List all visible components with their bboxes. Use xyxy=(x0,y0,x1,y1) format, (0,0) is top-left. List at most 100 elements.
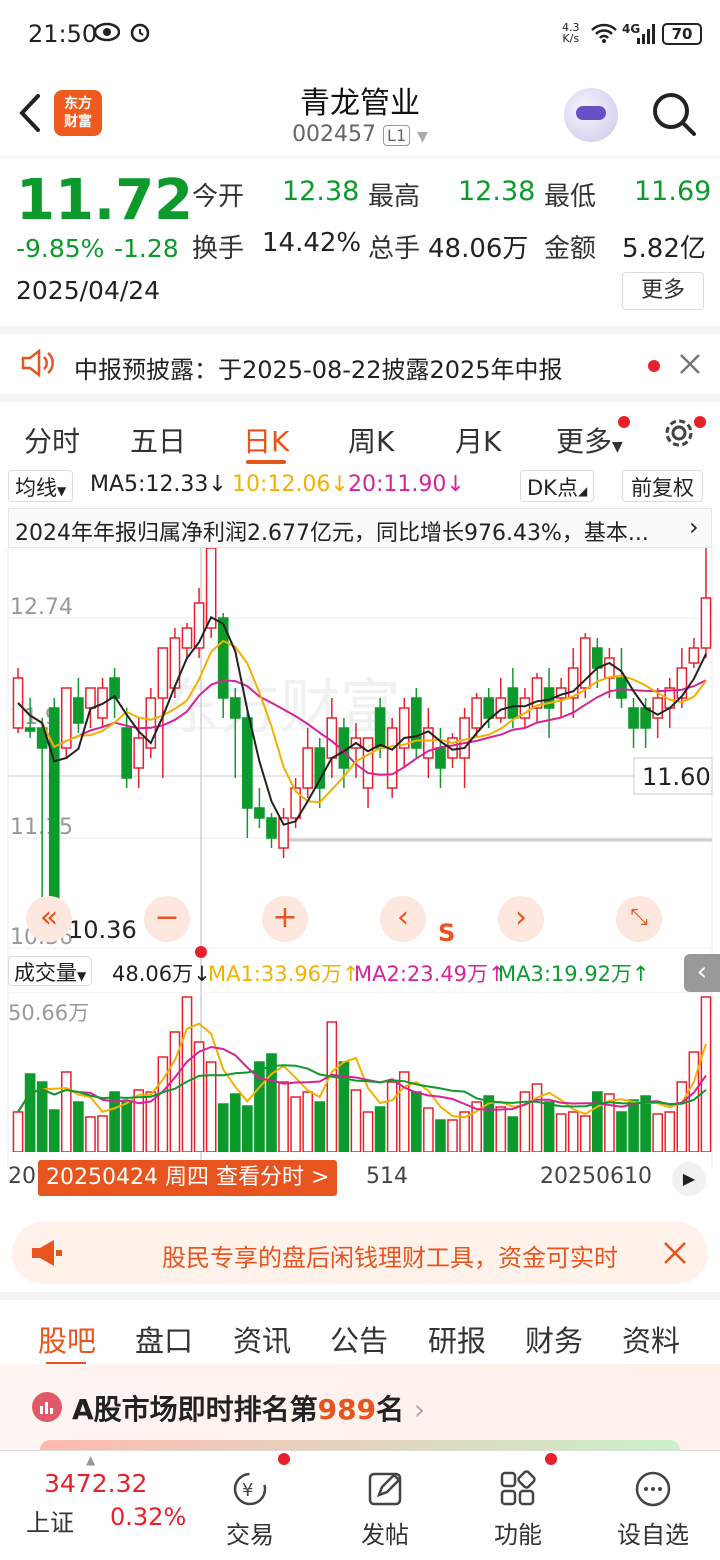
candle-body xyxy=(592,647,603,669)
more-dots-icon xyxy=(635,1471,671,1507)
volume-bar xyxy=(24,1073,36,1152)
volume-bar xyxy=(48,1109,60,1152)
play-icon[interactable]: ▶ xyxy=(672,1162,706,1196)
settings-gear-icon[interactable] xyxy=(662,416,696,454)
ma-selector[interactable]: 均线▼ xyxy=(8,470,74,502)
edit-icon xyxy=(368,1472,402,1506)
candle-body xyxy=(242,717,253,809)
candle-body xyxy=(121,727,132,779)
battery-icon: 70 xyxy=(662,23,702,45)
volume-bar xyxy=(676,1081,688,1152)
candle-body xyxy=(435,747,446,769)
nav-trade[interactable]: ¥ 交易 xyxy=(200,1469,300,1550)
volume-bar xyxy=(386,1081,398,1152)
volume-bar xyxy=(242,1105,253,1152)
candle-body xyxy=(362,737,374,789)
index-widget[interactable]: ▲ 3472.32 上证 0.32% xyxy=(0,1451,190,1560)
open-value: 12.38 xyxy=(282,176,360,207)
tab-five-day[interactable]: 五日 xyxy=(130,420,186,460)
volume-bar xyxy=(326,1021,338,1152)
tab-guba[interactable]: 股吧 xyxy=(38,1318,96,1360)
notice-text: 中报预披露：于2025-08-22披露2025年中报 xyxy=(74,356,563,384)
tab-daily-k[interactable]: 日K xyxy=(243,420,289,460)
robot-avatar-icon[interactable] xyxy=(564,88,618,142)
volume-bar xyxy=(567,1111,579,1152)
low-marker: 10.36 xyxy=(68,916,137,944)
vol-ma2-value: MA2:23.49万↑ xyxy=(354,962,506,986)
tab-monthly-k[interactable]: 月K xyxy=(455,420,501,460)
candle-body xyxy=(386,727,398,789)
prev-button[interactable]: ‹ xyxy=(380,896,426,942)
promo-text: 股民专享的盘后闲钱理财工具，资金可实时 xyxy=(162,1244,618,1272)
tab-news[interactable]: 资讯 xyxy=(233,1318,291,1360)
promo-close-icon[interactable] xyxy=(662,1240,688,1270)
ma10-value: 10:12.06↓ xyxy=(232,472,349,497)
candle-body xyxy=(483,697,495,719)
chart-icon xyxy=(32,1392,62,1422)
volume-bar xyxy=(266,1053,277,1152)
volume-selector[interactable]: 成交量▼ xyxy=(8,956,93,986)
tab-weekly-k[interactable]: 周K xyxy=(348,420,394,460)
rank-text: A股市场即时排名第989名 › xyxy=(72,1393,426,1426)
volume-bar xyxy=(290,1096,301,1152)
y-label-1: 12.74 xyxy=(10,595,73,620)
volume-bar xyxy=(97,1115,108,1152)
scroll-left-button[interactable]: « xyxy=(26,896,72,942)
fullscreen-button[interactable]: ⤡ xyxy=(616,896,662,942)
nav-functions[interactable]: 功能 xyxy=(468,1469,568,1550)
tab-more[interactable]: 更多▼ xyxy=(556,420,623,460)
date-tooltip[interactable]: 20250424 周四 查看分时 > xyxy=(38,1160,338,1196)
tab-announcements[interactable]: 公告 xyxy=(330,1318,388,1360)
volume-bar xyxy=(688,1051,700,1152)
candle-body xyxy=(688,647,700,664)
zoom-in-button[interactable]: + xyxy=(262,896,308,942)
collapse-panel-button[interactable]: ‹ xyxy=(684,954,720,992)
more-button[interactable]: 更多 xyxy=(622,272,704,310)
candle-body xyxy=(314,747,326,789)
kline-chart-area[interactable]: 均线▼ MA5:12.33↓ 10:12.06↓ 20:11.90↓ DK点◢ … xyxy=(0,464,720,1204)
net-speed: 4.3 K/s xyxy=(562,21,580,45)
dropdown-icon[interactable]: ▼ xyxy=(417,129,428,145)
tab-pankou[interactable]: 盘口 xyxy=(135,1318,193,1360)
zoom-out-button[interactable]: − xyxy=(144,896,190,942)
volume-label: 总手 xyxy=(368,234,421,264)
volume-bar xyxy=(640,1095,651,1152)
tab-intraday[interactable]: 分时 xyxy=(24,420,80,460)
news-banner[interactable]: 2024年年报归属净利润2.677亿元，同比增长976.43%，基本... › xyxy=(8,508,712,548)
volume-bar xyxy=(652,1113,664,1152)
date-left: 20 xyxy=(8,1164,36,1189)
volume-bar xyxy=(181,996,193,1152)
volume-value: 48.06万 xyxy=(428,234,529,264)
bottom-nav: ▲ 3472.32 上证 0.32% ¥ 交易 发帖 功能 设自选 xyxy=(0,1450,720,1560)
close-icon[interactable] xyxy=(678,352,702,380)
volume-bar xyxy=(495,1106,507,1152)
nav-post[interactable]: 发帖 xyxy=(335,1469,435,1550)
stock-code: 002457 xyxy=(292,122,377,147)
adjust-button[interactable]: 前复权 xyxy=(622,470,703,502)
promo-banner[interactable]: 股民专享的盘后闲钱理财工具，资金可实时 xyxy=(12,1222,708,1284)
tab-profile[interactable]: 资料 xyxy=(622,1318,680,1360)
candle-body xyxy=(133,737,145,769)
index-change: 0.32% xyxy=(110,1503,187,1531)
volume-bar xyxy=(616,1111,627,1152)
candle-body xyxy=(157,647,169,699)
volume-bar xyxy=(592,1091,603,1152)
candle-body xyxy=(266,817,277,839)
volume-bar xyxy=(374,1106,386,1152)
speaker-icon xyxy=(20,348,54,382)
notice-bar[interactable]: 中报预披露：于2025-08-22披露2025年中报 xyxy=(0,326,720,394)
vol-ma3-value: MA3:19.92万↑ xyxy=(498,962,650,986)
tab-finance[interactable]: 财务 xyxy=(525,1318,583,1360)
rank-banner[interactable]: A股市场即时排名第989名 › xyxy=(0,1364,720,1450)
high-label: 最高 xyxy=(368,182,421,212)
search-icon[interactable] xyxy=(650,90,698,142)
volume-bar xyxy=(302,1091,314,1152)
chevron-right-icon: › xyxy=(689,513,699,541)
tab-research[interactable]: 研报 xyxy=(428,1318,486,1360)
candle-body xyxy=(374,707,386,749)
nav-add-watchlist[interactable]: 设自选 xyxy=(603,1469,703,1550)
volume-bar xyxy=(73,1101,84,1152)
next-button[interactable]: › xyxy=(498,896,544,942)
dk-point-button[interactable]: DK点◢ xyxy=(520,470,595,502)
last-price: 11.72 xyxy=(16,168,194,233)
